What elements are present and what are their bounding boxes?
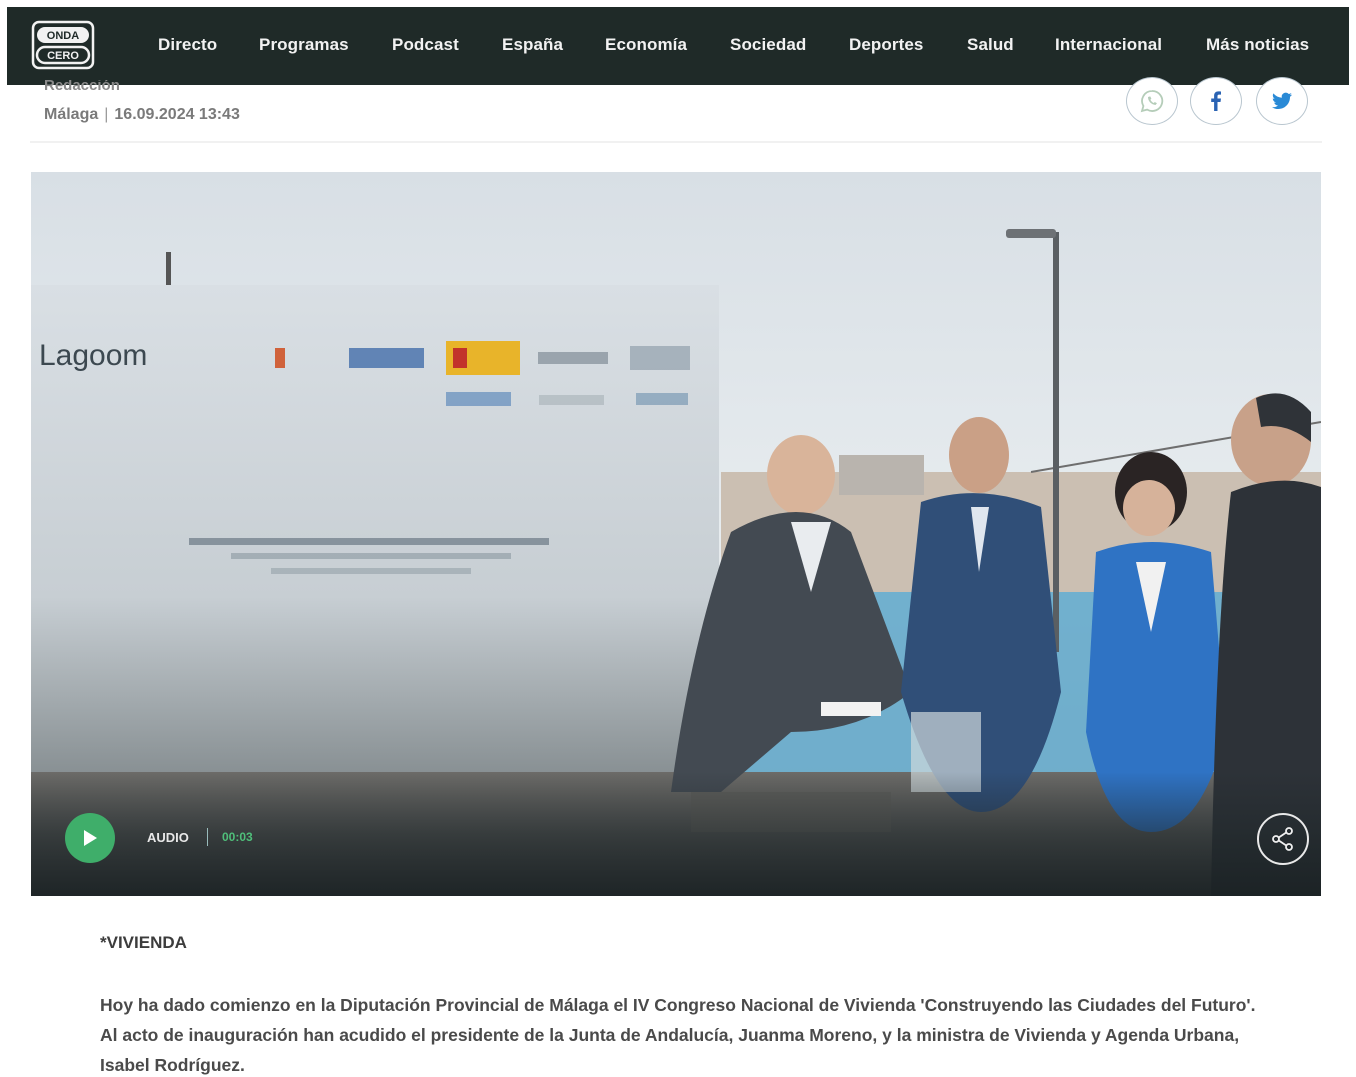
share-whatsapp-button[interactable]	[1126, 77, 1178, 125]
article-datetime: 16.09.2024 13:43	[114, 106, 240, 123]
share-buttons	[1126, 77, 1312, 129]
play-icon	[84, 830, 97, 846]
audio-label: AUDIO	[147, 830, 189, 845]
facebook-icon	[1211, 91, 1221, 111]
audio-time: 00:03	[222, 830, 253, 844]
nav-programas[interactable]: Programas	[259, 35, 349, 55]
nav-salud[interactable]: Salud	[967, 35, 1014, 55]
nav-podcast[interactable]: Podcast	[392, 35, 459, 55]
nav-sociedad[interactable]: Sociedad	[730, 35, 806, 55]
banner-brand: Lagoom	[39, 339, 147, 372]
top-navigation-bar: ONDA CERO Directo Programas Podcast Espa…	[7, 7, 1349, 85]
share-icon	[1272, 827, 1293, 851]
nav-internacional[interactable]: Internacional	[1055, 35, 1162, 55]
twitter-icon	[1272, 92, 1292, 110]
article-kicker: *VIVIENDA	[100, 933, 187, 952]
whatsapp-icon	[1140, 90, 1164, 113]
header-divider	[30, 141, 1322, 143]
author-name: Redacción	[44, 80, 120, 94]
nav-mas-noticias[interactable]: Más noticias	[1206, 35, 1309, 55]
audio-separator	[207, 828, 208, 846]
article-lead: Hoy ha dado comienzo en la Diputación Pr…	[100, 995, 1256, 1075]
nav-espana[interactable]: España	[502, 35, 563, 55]
share-facebook-button[interactable]	[1190, 77, 1242, 125]
hero-image: Lagoom AUDIO 00:03	[31, 172, 1321, 896]
hero-share-button[interactable]	[1257, 813, 1309, 865]
nav-economia[interactable]: Economía	[605, 35, 687, 55]
share-twitter-button[interactable]	[1256, 77, 1308, 125]
nav-directo[interactable]: Directo	[158, 35, 217, 55]
article-byline: Málaga | 16.09.2024 13:43	[44, 106, 240, 123]
article-location: Málaga	[44, 106, 99, 123]
main-nav: Directo Programas Podcast España Economí…	[7, 7, 1349, 85]
play-button[interactable]	[65, 813, 115, 863]
nav-deportes[interactable]: Deportes	[849, 35, 924, 55]
